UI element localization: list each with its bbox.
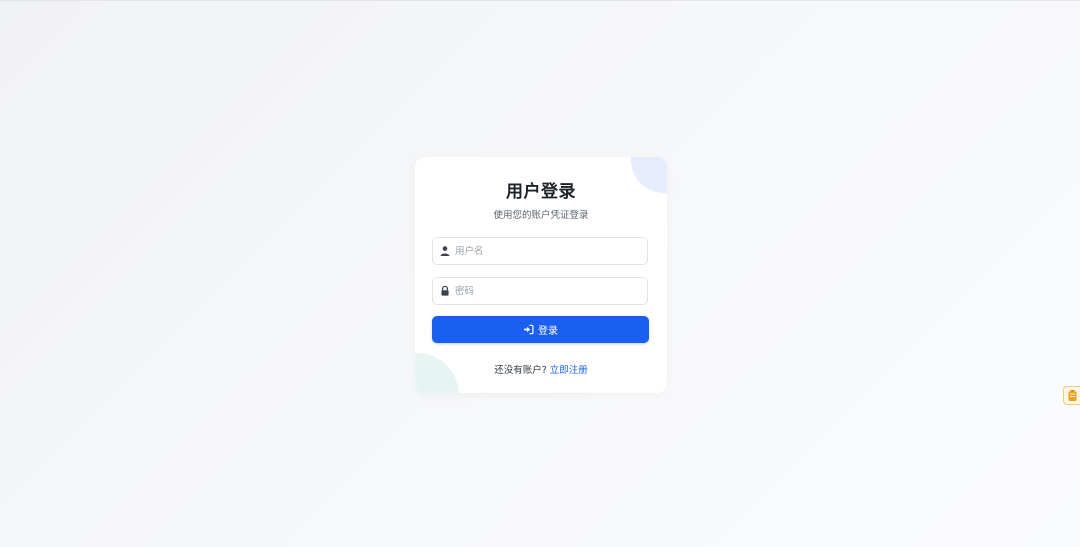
password-input[interactable] xyxy=(455,278,641,304)
side-floating-widget[interactable] xyxy=(1063,386,1080,405)
user-icon xyxy=(440,246,450,256)
top-border xyxy=(0,0,1080,1)
login-button-label: 登录 xyxy=(538,326,558,337)
sign-in-icon xyxy=(524,324,534,335)
page-title: 用户登录 xyxy=(506,182,576,202)
no-account-text: 还没有账户? xyxy=(494,365,547,376)
password-field[interactable] xyxy=(432,277,648,305)
battery-icon xyxy=(1068,390,1076,401)
page-subtitle: 使用您的账户凭证登录 xyxy=(493,210,589,221)
register-prompt: 还没有账户? 立即注册 xyxy=(415,362,667,376)
username-input[interactable] xyxy=(455,238,641,264)
login-card: 用户登录 使用您的账户凭证登录 登录 还没有账户? 立即注册 xyxy=(415,157,667,393)
username-field[interactable] xyxy=(432,237,648,265)
login-button[interactable]: 登录 xyxy=(432,316,649,343)
register-link[interactable]: 立即注册 xyxy=(550,365,588,376)
lock-icon xyxy=(441,285,449,296)
